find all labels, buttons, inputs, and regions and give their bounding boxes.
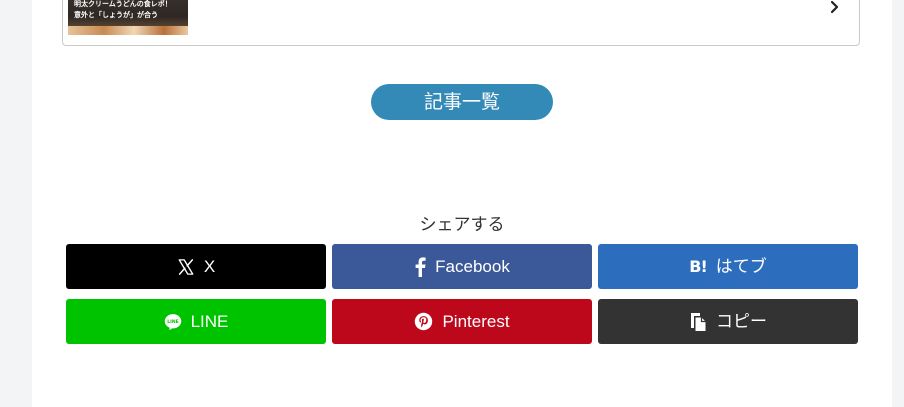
line-icon: LINE [164, 313, 182, 331]
share-copy-button[interactable]: コピー [598, 299, 858, 344]
copy-icon [689, 312, 707, 332]
article-thumbnail: 明太クリームうどんの食レポ！ 意外と「しょうが」が合う [68, 0, 188, 35]
x-logo-icon [177, 258, 195, 276]
thumbnail-caption-line2: 意外と「しょうが」が合う [74, 11, 158, 19]
share-hatena-label: はてブ [715, 256, 767, 276]
share-pinterest-button[interactable]: Pinterest [332, 299, 592, 344]
thumbnail-caption: 明太クリームうどんの食レポ！ 意外と「しょうが」が合う [74, 0, 186, 21]
related-article-card[interactable]: 明太クリームうどんの食レポ！ 意外と「しょうが」が合う [62, 0, 860, 46]
share-title: シェアする [419, 215, 505, 235]
share-line-button[interactable]: LINE LINE [66, 299, 326, 344]
share-x-button[interactable]: X [66, 244, 326, 289]
chevron-right-icon[interactable] [829, 0, 841, 14]
share-facebook-button[interactable]: Facebook [332, 244, 592, 289]
thumbnail-caption-line1: 明太クリームうどんの食レポ！ [74, 0, 172, 8]
article-list-button[interactable]: 記事一覧 [371, 84, 553, 120]
page-content: 明太クリームうどんの食レポ！ 意外と「しょうが」が合う 記事一覧 シェアする X [32, 0, 892, 407]
share-facebook-label: Facebook [435, 256, 510, 276]
share-hatena-button[interactable]: B! はてブ [598, 244, 858, 289]
share-copy-label: コピー [716, 311, 767, 331]
share-x-label: X [203, 256, 216, 276]
share-line-label: LINE [190, 311, 229, 331]
share-pinterest-label: Pinterest [442, 311, 510, 331]
hatena-bookmark-icon: B! [689, 257, 707, 276]
facebook-icon [414, 256, 426, 277]
svg-text:LINE: LINE [167, 318, 178, 324]
pinterest-icon [414, 312, 433, 331]
